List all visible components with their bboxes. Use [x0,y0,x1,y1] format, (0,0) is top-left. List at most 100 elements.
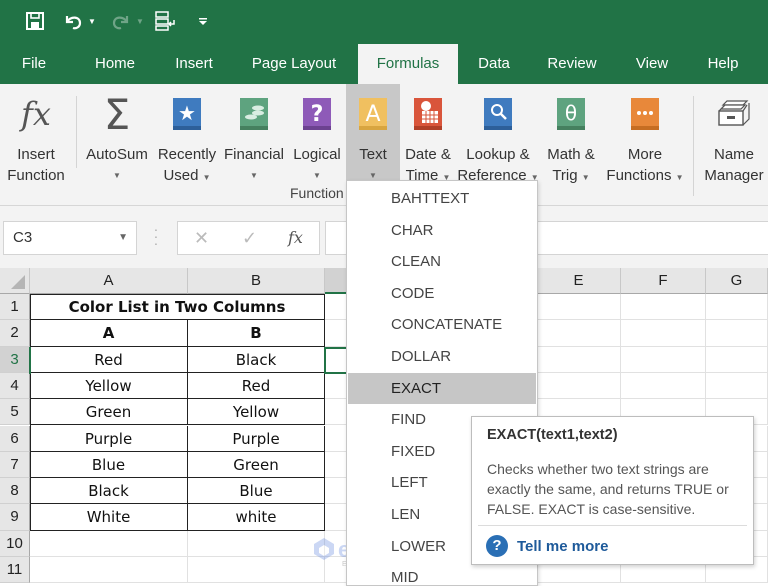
row-header[interactable]: 10 [0,530,30,557]
insert-function-label: Insert [17,146,55,163]
more-label-2: Functions [606,167,672,184]
data-cell[interactable]: Black [188,346,325,373]
tab-formulas[interactable]: Formulas [358,44,458,84]
enter-icon[interactable]: ✓ [242,222,257,254]
tooltip-divider [478,525,747,526]
grid-cell[interactable] [621,320,706,347]
tab-page-layout[interactable]: Page Layout [240,44,348,84]
data-cell[interactable]: Yellow [30,372,188,400]
data-cell[interactable]: Green [30,399,188,426]
row-header[interactable]: 4 [0,372,30,400]
save-icon[interactable] [22,8,48,34]
more-functions-button[interactable]: More Functions ▼ [604,84,686,184]
data-cell[interactable]: Red [188,372,325,400]
text-button[interactable]: A Text ▼ [346,84,400,180]
logical-button[interactable]: ? Logical ▼ [290,84,344,184]
tab-file[interactable]: File [10,44,58,84]
row-header[interactable]: 7 [0,451,30,479]
lookup-label: Lookup & [466,146,530,163]
data-cell[interactable]: Green [188,451,325,479]
header-cell-a[interactable]: A [30,320,188,347]
column-header-f[interactable]: F [621,268,706,294]
row-header[interactable]: 1 [0,294,30,321]
autosum-button[interactable]: Σ AutoSum ▼ [82,84,152,184]
grid-cell[interactable] [30,530,188,557]
menu-item-concatenate[interactable]: CONCATENATE [348,309,536,341]
menu-item-mid[interactable]: MID [348,562,536,586]
column-header-e[interactable]: E [537,268,621,294]
tab-review[interactable]: Review [540,44,604,84]
tab-home[interactable]: Home [82,44,148,84]
data-cell[interactable]: white [188,504,325,531]
row-header[interactable]: 9 [0,504,30,531]
recently-used-button[interactable]: ★ Recently Used ▼ [156,84,218,184]
grid-cell[interactable] [621,372,706,400]
title-cell[interactable]: Color List in Two Columns [30,294,325,321]
menu-item-clean[interactable]: CLEAN [348,246,536,278]
chevron-down-icon[interactable]: ▼ [118,222,128,254]
tab-data[interactable]: Data [468,44,520,84]
grid-cell[interactable] [621,294,706,321]
lookup-reference-button[interactable]: Lookup & Reference ▼ [456,84,540,184]
tell-me-more-label: Tell me more [517,537,609,555]
grid-cell[interactable] [188,530,325,557]
menu-item-dollar[interactable]: DOLLAR [348,341,536,373]
insert-function-button[interactable]: fx Insert Function [2,84,70,185]
row-header[interactable]: 5 [0,399,30,426]
column-header-g[interactable]: G [706,268,768,294]
row-header[interactable]: 8 [0,478,30,505]
tell-me-more-link[interactable]: ? Tell me more [486,535,608,557]
menu-item-char[interactable]: CHAR [348,215,536,247]
column-header-b[interactable]: B [188,268,325,294]
data-cell[interactable]: Blue [188,478,325,505]
data-cell[interactable]: Yellow [188,399,325,426]
row-header[interactable]: 2 [0,320,30,347]
date-time-button[interactable]: Date & Time ▼ [400,84,456,184]
chevron-down-icon: ▼ [202,173,211,182]
insert-function-icon[interactable]: fx [288,222,303,254]
menu-item-exact[interactable]: EXACT [348,372,536,405]
data-cell[interactable]: Purple [30,425,188,452]
grid-cell[interactable] [706,320,768,347]
grid-cell[interactable] [537,372,621,400]
grid-cell[interactable] [537,294,621,321]
data-cell[interactable]: Purple [188,425,325,452]
header-cell-b[interactable]: B [188,320,325,347]
tab-insert[interactable]: Insert [166,44,222,84]
financial-button[interactable]: Financial ▼ [220,84,288,184]
name-manager-button[interactable]: Name Manager [700,84,768,184]
row-header[interactable]: 3 [0,346,30,373]
tab-help[interactable]: Help [698,44,748,84]
data-cell[interactable]: Blue [30,451,188,479]
row-header[interactable]: 11 [0,557,30,584]
select-all-button[interactable] [0,268,30,294]
row-header[interactable]: 6 [0,425,30,452]
grid-cell[interactable] [537,346,621,373]
name-box[interactable]: C3 ▼ [3,221,137,255]
grid-cell[interactable] [706,372,768,400]
customize-qat-icon[interactable] [196,8,210,34]
resize-handle[interactable]: · · · [153,222,159,250]
grid-cell[interactable] [188,557,325,584]
question-book-icon: ? [290,84,344,144]
cancel-icon[interactable]: ✕ [194,222,209,254]
grid-cell[interactable] [706,294,768,321]
form-icon[interactable] [152,8,178,34]
column-header-a[interactable]: A [30,268,188,294]
grid-cell[interactable] [621,346,706,373]
menu-item-code[interactable]: CODE [348,278,536,310]
recently-used-label: Recently [157,146,217,163]
undo-dropdown-icon[interactable]: ▼ [86,8,98,34]
menu-item-bahttext[interactable]: BAHTTEXT [348,183,536,215]
grid-cell[interactable] [706,346,768,373]
grid-cell[interactable] [30,557,188,584]
data-cell[interactable]: Red [30,346,188,373]
grid-cell[interactable] [537,320,621,347]
tab-view[interactable]: View [626,44,678,84]
data-cell[interactable]: White [30,504,188,531]
math-trig-button[interactable]: θ Math & Trig ▼ [540,84,602,184]
data-cell[interactable]: Black [30,478,188,505]
name-box-value: C3 [13,229,33,246]
undo-icon[interactable] [60,8,86,34]
math-label-2: Trig [552,167,578,184]
